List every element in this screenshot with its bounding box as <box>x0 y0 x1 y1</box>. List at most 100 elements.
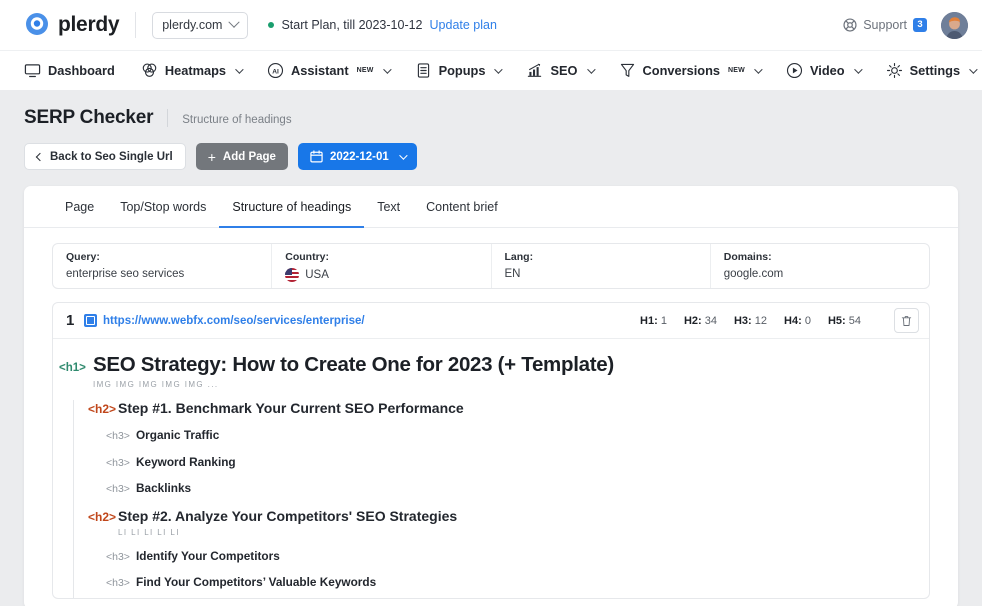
heading-tag: <h3> <box>106 430 136 442</box>
nav-item-heatmaps[interactable]: Heatmaps <box>141 51 241 90</box>
app-header: plerdy plerdy.com Start Plan, till 2023-… <box>0 0 982 50</box>
heading-tag: <h3> <box>106 577 136 589</box>
heading-count-value: 12 <box>755 315 767 327</box>
nav-item-assistant[interactable]: AI Assistant NEW <box>267 51 389 90</box>
add-page-button[interactable]: + Add Page <box>196 143 288 170</box>
site-selector[interactable]: plerdy.com <box>152 12 248 39</box>
nav-item-popups[interactable]: Popups <box>415 51 501 90</box>
plan-text: Start Plan, till 2023-10-12 <box>281 18 422 32</box>
heading-tag: <h1> <box>59 362 93 374</box>
nav-item-video[interactable]: Video <box>786 51 860 90</box>
nav-label-conversions: Conversions <box>643 63 721 78</box>
meta-cell-country: Country: USA <box>272 244 491 288</box>
heading-count-label: H2: <box>684 315 702 327</box>
breadcrumb: SERP Checker Structure of headings <box>24 107 958 129</box>
status-dot-icon <box>268 22 274 28</box>
heading-count-h3: H3: 12 <box>734 315 767 327</box>
page-toolbar: Back to Seo Single Url + Add Page 2022-1… <box>24 143 958 170</box>
play-circle-icon <box>786 62 803 79</box>
svg-text:AI: AI <box>272 68 279 75</box>
page-subtitle: Structure of headings <box>182 114 291 126</box>
trash-icon <box>901 315 912 327</box>
nav-item-seo[interactable]: SEO <box>526 51 592 90</box>
result-url-link[interactable]: https://www.webfx.com/seo/services/enter… <box>103 315 365 327</box>
query-meta-bar: Query: enterprise seo services Country: … <box>52 243 930 289</box>
back-button-label: Back to Seo Single Url <box>50 151 173 163</box>
heading-text: Find Your Competitors’ Valuable Keywords <box>136 575 376 589</box>
chevron-down-icon <box>969 65 977 73</box>
heading-node-h3: <h3> Organic Traffic <box>88 428 929 442</box>
tab-structure-of-headings[interactable]: Structure of headings <box>219 187 364 228</box>
heading-count-value: 54 <box>849 315 861 327</box>
heading-children-h1: <h2> Step #1. Benchmark Your Current SEO… <box>73 400 929 598</box>
content-card: Page Top/Stop words Structure of heading… <box>24 186 958 606</box>
add-page-label: Add Page <box>223 151 276 163</box>
heading-count-h5: H5: 54 <box>828 315 861 327</box>
chevron-down-icon <box>495 65 503 73</box>
support-button[interactable]: Support 3 <box>843 18 927 32</box>
brand-logo[interactable]: plerdy <box>24 12 119 38</box>
heading-tag: <h2> <box>88 510 118 524</box>
chevron-down-icon <box>235 65 243 73</box>
nav-item-settings[interactable]: Settings <box>886 51 975 90</box>
meta-value: google.com <box>724 268 916 280</box>
heading-text: Organic Traffic <box>136 428 219 442</box>
plerdy-logo-icon <box>24 12 50 38</box>
meta-value-country: USA <box>285 268 477 282</box>
meta-label: Query: <box>66 251 258 263</box>
delete-result-button[interactable] <box>894 308 919 333</box>
support-label: Support <box>863 18 907 32</box>
nav-item-dashboard[interactable]: Dashboard <box>24 51 115 90</box>
nav-label-popups: Popups <box>439 63 486 78</box>
tab-bar: Page Top/Stop words Structure of heading… <box>24 186 958 228</box>
user-avatar[interactable] <box>941 12 968 39</box>
usa-flag-icon <box>285 268 299 282</box>
tab-label: Structure of headings <box>232 200 351 214</box>
nav-label-seo: SEO <box>550 63 577 78</box>
nav-item-conversions[interactable]: Conversions NEW <box>619 51 760 90</box>
back-button[interactable]: Back to Seo Single Url <box>24 143 186 170</box>
heading-tag: <h3> <box>106 551 136 563</box>
heading-text: Step #2. Analyze Your Competitors' SEO S… <box>118 508 457 525</box>
tab-text[interactable]: Text <box>364 187 413 228</box>
plus-icon: + <box>208 150 216 164</box>
ai-circle-icon: AI <box>267 62 284 79</box>
chevron-down-icon <box>854 65 862 73</box>
chevron-down-icon <box>383 65 391 73</box>
document-lines-icon <box>415 62 432 79</box>
heading-node-h3: <h3> Identify Your Competitors <box>88 549 929 563</box>
heading-text: Keyword Ranking <box>136 455 236 469</box>
heading-count-h4: H4: 0 <box>784 315 811 327</box>
meta-label: Country: <box>285 251 477 263</box>
heading-tag: <h3> <box>106 483 136 495</box>
headings-tree-scroll[interactable]: <h1> SEO Strategy: How to Create One for… <box>53 339 929 598</box>
chevron-down-icon <box>754 65 762 73</box>
heading-text: Identify Your Competitors <box>136 549 280 563</box>
heading-count-value: 0 <box>805 315 811 327</box>
serp-result-header: 1 https://www.webfx.com/seo/services/ent… <box>53 303 929 339</box>
meta-cell-query: Query: enterprise seo services <box>53 244 272 288</box>
tab-label: Top/Stop words <box>120 200 206 214</box>
heading-node-h2: <h2> Step #1. Benchmark Your Current SEO… <box>88 400 929 495</box>
monitor-icon <box>24 62 41 79</box>
update-plan-link[interactable]: Update plan <box>430 18 497 32</box>
meta-label: Lang: <box>505 251 697 263</box>
date-picker-button[interactable]: 2022-12-01 <box>298 143 417 170</box>
title-divider <box>167 109 168 127</box>
heading-count-label: H4: <box>784 315 802 327</box>
plan-status: Start Plan, till 2023-10-12 Update plan <box>268 18 496 32</box>
heading-node-h3: <h3> Keyword Ranking <box>88 455 929 469</box>
heading-count-h2: H2: 34 <box>684 315 717 327</box>
lifebuoy-icon <box>843 18 857 32</box>
tab-content-brief[interactable]: Content brief <box>413 187 511 228</box>
main-nav: Dashboard Heatmaps AI Assistant NEW Popu… <box>0 50 982 90</box>
heading-counts: H1: 1 H2: 34 H3: 12 H4: 0 H5: 54 <box>640 308 919 333</box>
tab-top-stop-words[interactable]: Top/Stop words <box>107 187 219 228</box>
gear-icon <box>886 62 903 79</box>
meta-cell-lang: Lang: EN <box>492 244 711 288</box>
calendar-icon <box>310 150 323 163</box>
favicon-icon <box>84 314 97 327</box>
heading-text: Step #1. Benchmark Your Current SEO Perf… <box>118 400 464 417</box>
heading-count-label: H1: <box>640 315 658 327</box>
tab-page[interactable]: Page <box>52 187 107 228</box>
